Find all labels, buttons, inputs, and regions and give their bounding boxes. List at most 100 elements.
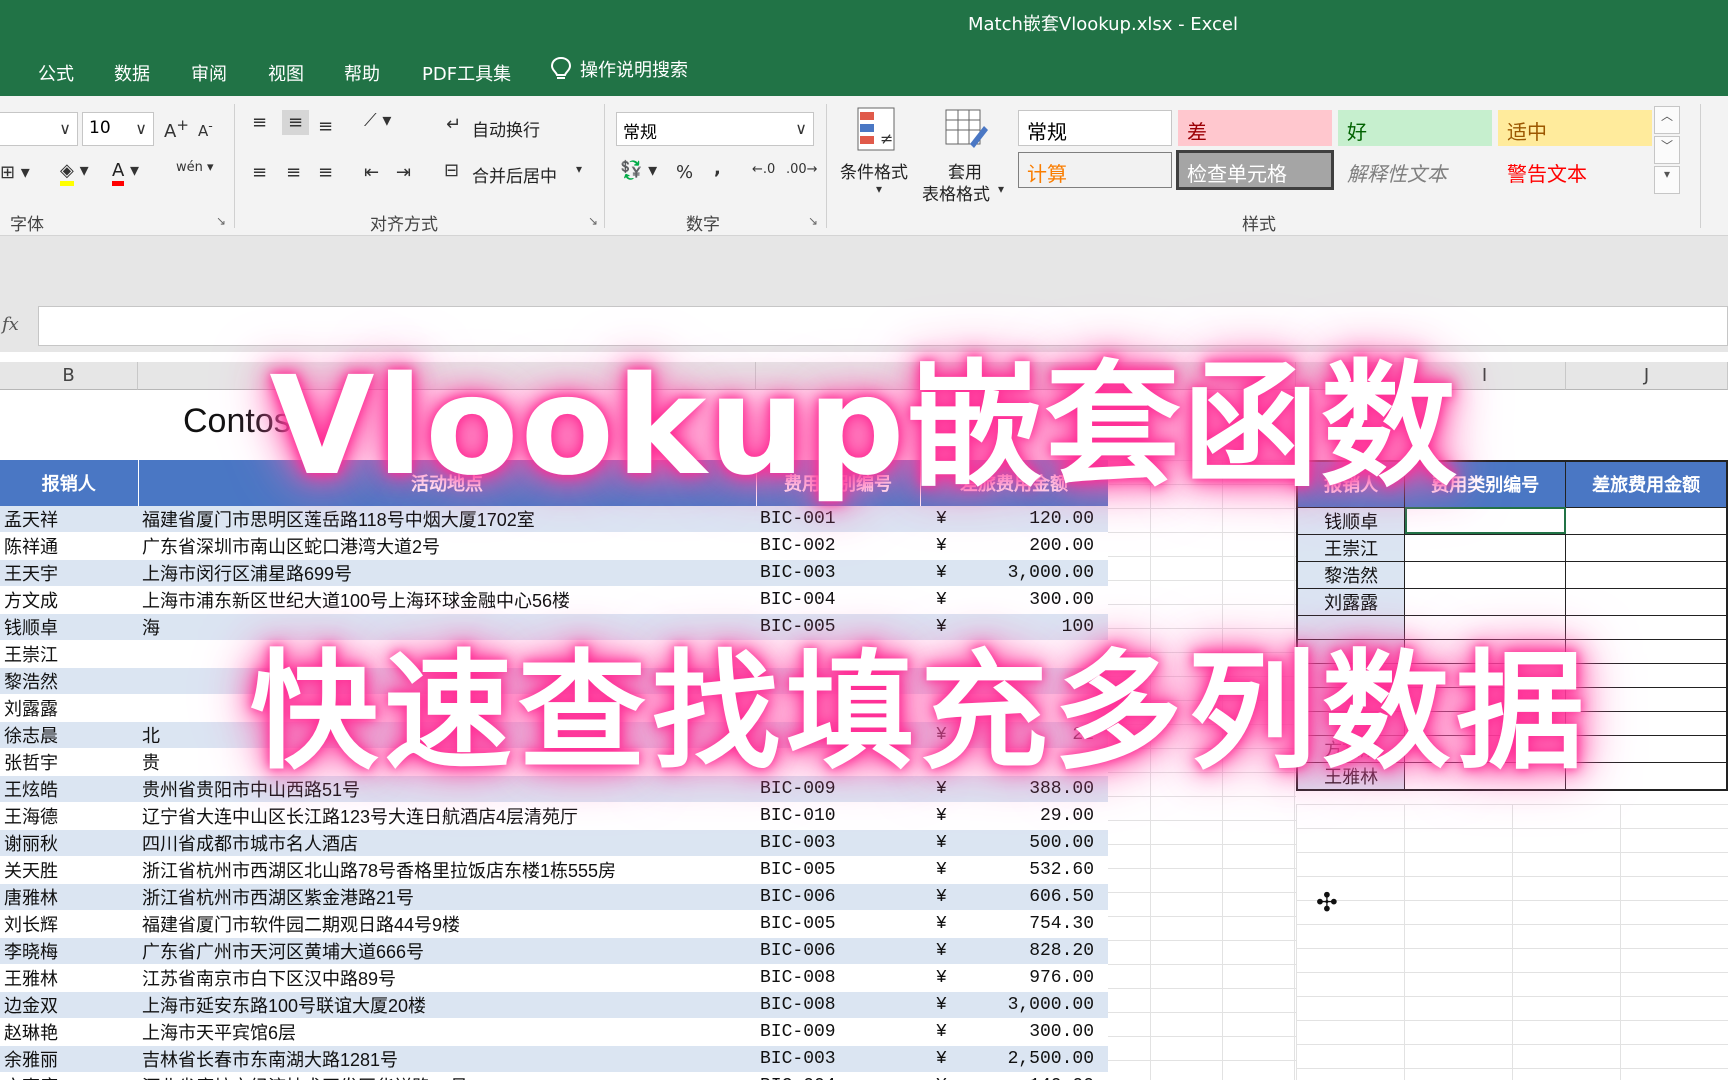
cell-style-5[interactable]: 检查单元格 bbox=[1176, 150, 1334, 190]
cell-category-code[interactable] bbox=[756, 640, 920, 668]
cell-location[interactable]: 辽宁省大连中山区长江路123号大连日航酒店4层清苑厅 bbox=[138, 802, 756, 830]
header-reporter[interactable]: 报销人 bbox=[0, 460, 139, 506]
tab-help[interactable]: 帮助 bbox=[344, 60, 380, 86]
formula-input[interactable] bbox=[38, 306, 1728, 346]
lookup-cell-reporter[interactable] bbox=[1296, 686, 1406, 712]
lookup-cell-category-code[interactable] bbox=[1404, 761, 1567, 790]
cell-reporter[interactable]: 刘露露 bbox=[0, 694, 138, 722]
cell-location[interactable]: 江苏省南京市白下区汉中路89号 bbox=[138, 964, 756, 992]
font-name-combo[interactable]: ∨ bbox=[0, 112, 78, 146]
lookup-cell-reporter[interactable]: 刘露露 bbox=[1296, 587, 1406, 616]
lookup-cell-category-code[interactable] bbox=[1404, 533, 1567, 562]
lookup-header-travel-amount[interactable]: 差旅费用金额 bbox=[1565, 460, 1728, 508]
cell-location[interactable]: 上海市浦东新区世纪大道100号上海环球金融中心56楼 bbox=[138, 586, 756, 614]
lookup-cell-category-code[interactable] bbox=[1404, 686, 1567, 712]
cell-category-code[interactable]: BIC-003 bbox=[756, 1045, 920, 1073]
lookup-cell-travel-amount[interactable] bbox=[1565, 506, 1728, 535]
column-header[interactable] bbox=[756, 362, 920, 390]
cell-reporter[interactable]: 钱顺卓 bbox=[0, 613, 138, 641]
font-size-combo[interactable]: 10 ∨ bbox=[82, 112, 154, 146]
column-header[interactable] bbox=[1296, 362, 1404, 390]
cell-location[interactable]: 上海市延安东路100号联谊大厦20楼 bbox=[138, 991, 756, 1019]
tab-view[interactable]: 视图 bbox=[268, 60, 304, 86]
decrease-indent-icon[interactable]: ⇤ bbox=[364, 162, 379, 183]
lookup-cell-travel-amount[interactable] bbox=[1565, 560, 1728, 589]
dialog-launcher-icon[interactable]: ↘ bbox=[216, 214, 226, 228]
column-header[interactable] bbox=[138, 362, 756, 390]
cell-travel-amount[interactable]: ¥29.00 bbox=[920, 802, 1108, 830]
lookup-cell-category-code[interactable] bbox=[1404, 638, 1567, 664]
cell-reporter[interactable]: 余雅丽 bbox=[0, 1045, 138, 1073]
cell-category-code[interactable]: BIC-006 bbox=[756, 883, 920, 911]
border-icon[interactable]: ⊞ ▾ bbox=[0, 162, 30, 183]
cell-reporter[interactable]: 孟天祥 bbox=[0, 506, 138, 533]
column-header[interactable] bbox=[920, 362, 1108, 390]
cell-travel-amount[interactable]: ¥754.30 bbox=[920, 910, 1108, 938]
cell-style-6[interactable]: 解释性文本 bbox=[1338, 152, 1492, 188]
cell-location[interactable]: 贵州省贵阳市中山西路51号 bbox=[138, 775, 756, 803]
cell-location[interactable]: 海 bbox=[138, 613, 756, 641]
lookup-cell-category-code[interactable] bbox=[1404, 614, 1567, 640]
cell-reporter[interactable]: 唐雅林 bbox=[0, 883, 138, 911]
merge-center-button[interactable]: 合并后居中 bbox=[472, 162, 557, 187]
cell-travel-amount[interactable]: ¥828.20 bbox=[920, 937, 1108, 965]
chevron-down-icon[interactable]: ▾ bbox=[576, 162, 582, 176]
cell-category-code[interactable] bbox=[756, 667, 920, 695]
cell-reporter[interactable]: 王天宇 bbox=[0, 559, 138, 587]
cell-style-4[interactable]: 计算 bbox=[1018, 152, 1172, 188]
cell-category-code[interactable]: BIC-009 bbox=[756, 775, 920, 803]
gallery-scroll-up-icon[interactable]: ︿ bbox=[1654, 106, 1680, 134]
cell-travel-amount[interactable]: ¥532.60 bbox=[920, 856, 1108, 884]
wrap-text-button[interactable]: 自动换行 bbox=[472, 116, 540, 141]
cell-reporter[interactable]: 关天胜 bbox=[0, 856, 138, 884]
cell-location[interactable]: 河北省廊坊市经济技术开发区华祥路66号 bbox=[138, 1072, 756, 1080]
lookup-cell-reporter[interactable] bbox=[1296, 614, 1406, 640]
cell-category-code[interactable]: BIC-008 bbox=[756, 964, 920, 992]
cell-reporter[interactable]: 方文成 bbox=[0, 586, 138, 614]
cell-travel-amount[interactable] bbox=[920, 640, 1108, 668]
lookup-cell-travel-amount[interactable] bbox=[1565, 761, 1728, 790]
gallery-scroll-down-icon[interactable]: ﹀ bbox=[1654, 136, 1680, 164]
cell-location[interactable] bbox=[138, 667, 756, 695]
header-travel-amount[interactable]: 差旅费用金额 bbox=[920, 460, 1109, 506]
align-right-icon[interactable]: ≡ bbox=[318, 162, 333, 183]
cell-location[interactable]: 浙江省杭州市西湖区紫金港路21号 bbox=[138, 883, 756, 911]
font-color-icon[interactable]: A ▾ bbox=[112, 160, 139, 186]
cell-location[interactable]: 广东省广州市天河区黄埔大道666号 bbox=[138, 937, 756, 965]
cell-location[interactable]: 贵 bbox=[138, 748, 756, 776]
column-header[interactable] bbox=[1108, 362, 1296, 390]
lookup-cell-reporter[interactable] bbox=[1296, 710, 1406, 736]
comma-style-button[interactable]: , bbox=[714, 158, 721, 179]
cell-category-code[interactable]: BIC-003 bbox=[756, 829, 920, 857]
cell-travel-amount[interactable]: ¥2,500.00 bbox=[920, 1045, 1108, 1073]
lookup-cell-travel-amount[interactable] bbox=[1565, 734, 1728, 763]
cell-category-code[interactable]: BIC-005 bbox=[756, 856, 920, 884]
cell-category-code[interactable] bbox=[756, 721, 920, 749]
increase-indent-icon[interactable]: ⇥ bbox=[396, 162, 411, 183]
cell-travel-amount[interactable]: ¥22 bbox=[920, 721, 1108, 749]
cell-location[interactable]: 吉林省长春市东南湖大路1281号 bbox=[138, 1045, 756, 1073]
lookup-cell-category-code[interactable] bbox=[1404, 587, 1567, 616]
cell-travel-amount[interactable]: ¥200.00 bbox=[920, 532, 1108, 560]
wrap-text-icon[interactable]: ↵ bbox=[446, 114, 461, 135]
lookup-cell-travel-amount[interactable] bbox=[1565, 686, 1728, 712]
tab-formulas[interactable]: 公式 bbox=[38, 60, 74, 86]
conditional-formatting-button[interactable]: 条件格式 bbox=[840, 158, 908, 183]
tab-review[interactable]: 审阅 bbox=[191, 60, 227, 86]
lookup-cell-reporter[interactable]: 方文成 bbox=[1296, 734, 1406, 763]
decrease-decimal-icon[interactable]: .00→ bbox=[786, 162, 818, 177]
cell-reporter[interactable]: 张哲宇 bbox=[0, 748, 138, 776]
cell-reporter[interactable]: 边金双 bbox=[0, 991, 138, 1019]
cell-style-3[interactable]: 适中 bbox=[1498, 110, 1652, 146]
cell-travel-amount[interactable]: ¥120.00 bbox=[920, 506, 1108, 533]
gallery-more-icon[interactable]: ▾ bbox=[1654, 166, 1680, 194]
cell-location[interactable]: 福建省厦门市思明区莲岳路118号中烟大厦1702室 bbox=[138, 506, 756, 533]
cell-location[interactable]: 广东省深圳市南山区蛇口港湾大道2号 bbox=[138, 532, 756, 560]
lookup-cell-travel-amount[interactable] bbox=[1565, 587, 1728, 616]
cell-travel-amount[interactable]: ¥300.00 bbox=[920, 586, 1108, 614]
accounting-format-icon[interactable]: 💱 ▾ bbox=[620, 160, 657, 181]
cell-travel-amount[interactable] bbox=[920, 694, 1108, 722]
lookup-cell-travel-amount[interactable] bbox=[1565, 710, 1728, 736]
cell-location[interactable] bbox=[138, 694, 756, 722]
tell-me-search[interactable]: 操作说明搜索 bbox=[550, 56, 688, 82]
